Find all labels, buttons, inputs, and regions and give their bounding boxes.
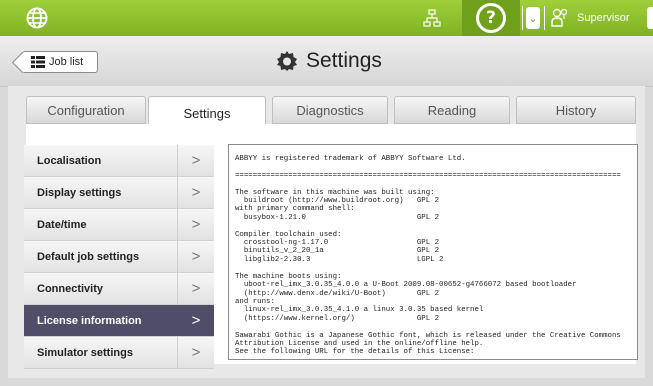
- divider: [522, 6, 523, 30]
- user-chevron-icon[interactable]: [647, 7, 653, 29]
- tab-configuration[interactable]: Configuration: [26, 96, 146, 124]
- sidebar-item-label: Connectivity: [37, 282, 104, 295]
- tab-history[interactable]: History: [516, 96, 636, 124]
- chevron-right-icon[interactable]: >: [177, 273, 214, 304]
- gear-icon: [277, 51, 297, 71]
- top-bar: ? ⌄ Supervisor: [0, 0, 653, 36]
- sidebar-item-simulator-settings[interactable]: Simulator settings >: [24, 337, 214, 369]
- sidebar-item-date-time[interactable]: Date/time >: [24, 209, 214, 241]
- user-menu[interactable]: Supervisor: [545, 4, 645, 32]
- chevron-right-icon: >: [177, 241, 214, 272]
- license-text: ABBYY is registered trademark of ABBYY S…: [235, 155, 621, 357]
- globe-button[interactable]: [8, 0, 66, 36]
- license-text-area[interactable]: ABBYY is registered trademark of ABBYY S…: [228, 144, 638, 360]
- tab-reading[interactable]: Reading: [394, 96, 510, 124]
- sidebar-item-label: Simulator settings: [37, 346, 133, 359]
- globe-icon: [26, 7, 48, 29]
- tab-diagnostics[interactable]: Diagnostics: [272, 96, 388, 124]
- network-icon[interactable]: [422, 8, 442, 28]
- title-text: Settings: [306, 49, 382, 72]
- help-button[interactable]: ?: [462, 0, 520, 36]
- sidebar-item-label: Display settings: [37, 186, 122, 199]
- sidebar-item-label: Localisation: [37, 154, 102, 167]
- help-icon: ?: [476, 3, 506, 33]
- sidebar-item-label: License information: [37, 314, 142, 327]
- page-header: Job list Settings: [0, 36, 653, 87]
- sidebar-item-localisation[interactable]: Localisation >: [24, 145, 214, 177]
- chevron-right-icon: >: [177, 177, 214, 208]
- settings-sidebar: Localisation > Display settings > Date/t…: [24, 145, 214, 369]
- job-list-icon: [31, 56, 45, 68]
- sidebar-item-license-information[interactable]: License information >: [24, 305, 214, 337]
- chevron-right-icon: >: [177, 145, 214, 176]
- job-list-button[interactable]: Job list: [22, 51, 98, 73]
- sidebar-item-display-settings[interactable]: Display settings >: [24, 177, 214, 209]
- job-list-label: Job list: [49, 56, 84, 68]
- sidebar-item-label: Default job settings: [37, 250, 140, 263]
- page-title: Settings: [276, 46, 382, 76]
- sidebar-item-default-job-settings[interactable]: Default job settings >: [24, 241, 214, 273]
- chevron-right-icon: >: [177, 305, 214, 336]
- tab-bar: Configuration Settings Diagnostics Readi…: [26, 96, 636, 129]
- user-label: Supervisor: [577, 12, 630, 24]
- sidebar-item-label: Date/time: [37, 218, 87, 231]
- user-key-icon: [551, 8, 568, 27]
- sidebar-item-connectivity[interactable]: Connectivity >: [24, 273, 214, 305]
- chevron-right-icon: >: [177, 209, 214, 240]
- chevron-right-icon: >: [177, 337, 214, 368]
- chevron-down-icon[interactable]: ⌄: [526, 7, 540, 29]
